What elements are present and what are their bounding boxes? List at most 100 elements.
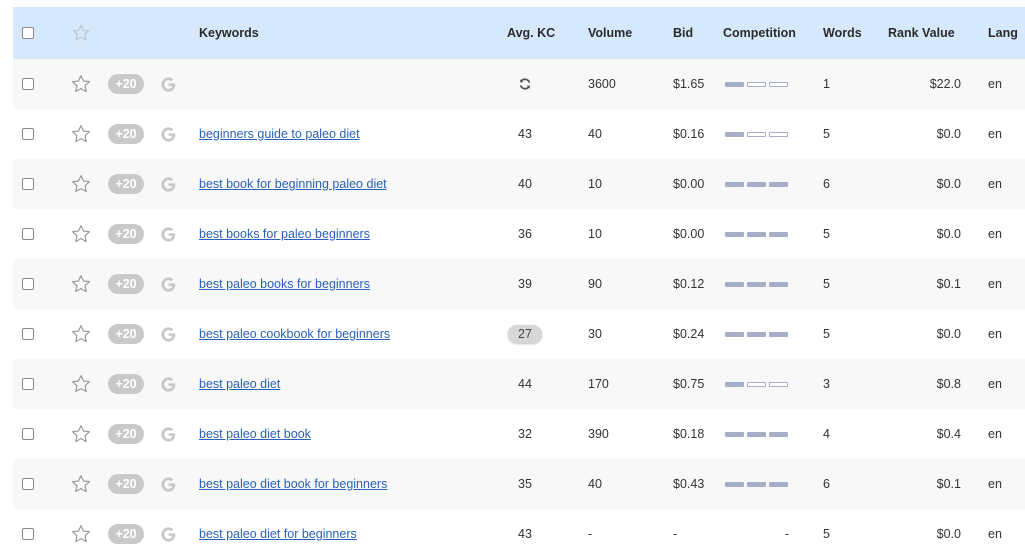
star-icon[interactable] bbox=[70, 423, 92, 445]
lang-value: en bbox=[988, 177, 1002, 191]
row-checkbox[interactable] bbox=[22, 378, 34, 390]
bid-value: $0.12 bbox=[673, 277, 705, 291]
header-lang[interactable]: Lang bbox=[988, 7, 1018, 59]
row-checkbox[interactable] bbox=[22, 128, 34, 140]
competition-bar bbox=[724, 231, 744, 237]
competition-meter bbox=[724, 131, 788, 137]
row-checkbox[interactable] bbox=[22, 478, 34, 490]
google-icon[interactable] bbox=[159, 225, 178, 244]
refresh-icon bbox=[519, 78, 531, 90]
star-icon[interactable] bbox=[70, 123, 92, 145]
competition-bar bbox=[768, 81, 788, 87]
competition-bar bbox=[724, 431, 744, 437]
favorite-cell bbox=[70, 409, 92, 459]
plus-20-button[interactable]: +20 bbox=[108, 274, 144, 294]
words-value: 4 bbox=[823, 427, 830, 441]
star-icon[interactable] bbox=[70, 373, 92, 395]
google-cell bbox=[159, 59, 178, 109]
rank-value: $0.0 bbox=[936, 177, 961, 191]
google-icon[interactable] bbox=[159, 425, 178, 444]
row-checkbox-cell bbox=[22, 359, 34, 409]
row-checkbox-cell bbox=[22, 309, 34, 359]
google-icon[interactable] bbox=[159, 375, 178, 394]
plus-20-button[interactable]: +20 bbox=[108, 474, 144, 494]
competition-bar bbox=[746, 331, 766, 337]
plus-20-button[interactable]: +20 bbox=[108, 374, 144, 394]
row-checkbox[interactable] bbox=[22, 78, 34, 90]
competition-meter bbox=[724, 231, 788, 237]
star-icon[interactable] bbox=[71, 23, 91, 43]
select-all-checkbox[interactable] bbox=[22, 27, 34, 39]
favorite-cell bbox=[70, 459, 92, 509]
keyword-link[interactable]: best books for paleo beginners bbox=[199, 227, 370, 241]
google-icon[interactable] bbox=[159, 525, 178, 544]
row-checkbox[interactable] bbox=[22, 528, 34, 540]
keyword-link[interactable]: best book for beginning paleo diet bbox=[199, 177, 387, 191]
google-icon[interactable] bbox=[159, 325, 178, 344]
competition-bar bbox=[768, 381, 788, 387]
header-competition[interactable]: Competition bbox=[723, 7, 796, 59]
competition-cell bbox=[723, 59, 789, 109]
competition-bar bbox=[724, 181, 744, 187]
google-cell bbox=[159, 459, 178, 509]
keyword-link[interactable]: best paleo diet book for beginners bbox=[199, 477, 387, 491]
avg-kc-value: 39 bbox=[518, 277, 532, 291]
row-checkbox[interactable] bbox=[22, 178, 34, 190]
plus-20-button[interactable]: +20 bbox=[108, 524, 144, 544]
plus-20-button[interactable]: +20 bbox=[108, 324, 144, 344]
header-keywords[interactable]: Keywords bbox=[199, 7, 259, 59]
keyword-link[interactable]: best paleo diet book bbox=[199, 427, 311, 441]
row-checkbox[interactable] bbox=[22, 228, 34, 240]
row-checkbox[interactable] bbox=[22, 328, 34, 340]
row-checkbox-cell bbox=[22, 259, 34, 309]
row-checkbox[interactable] bbox=[22, 278, 34, 290]
competition-meter bbox=[724, 181, 788, 187]
google-icon[interactable] bbox=[159, 175, 178, 194]
favorite-cell bbox=[70, 59, 92, 109]
competition-bar bbox=[768, 431, 788, 437]
competition-bar bbox=[724, 281, 744, 287]
keyword-cell: best books for paleo beginners bbox=[199, 209, 370, 259]
avg-kc-value[interactable]: 27 bbox=[508, 325, 542, 343]
header-avg-kc[interactable]: Avg. KC bbox=[507, 7, 555, 59]
header-volume[interactable]: Volume bbox=[588, 7, 632, 59]
avg-kc-cell bbox=[507, 59, 543, 109]
google-icon[interactable] bbox=[159, 75, 178, 94]
plus-20-button[interactable]: +20 bbox=[108, 174, 144, 194]
bid-value: $0.00 bbox=[673, 177, 705, 191]
star-icon[interactable] bbox=[70, 173, 92, 195]
avg-kc-value: 40 bbox=[518, 177, 532, 191]
star-icon[interactable] bbox=[70, 323, 92, 345]
plus-20-button[interactable]: +20 bbox=[108, 424, 144, 444]
google-icon[interactable] bbox=[159, 275, 178, 294]
star-icon[interactable] bbox=[70, 473, 92, 495]
plus-20-button[interactable]: +20 bbox=[108, 224, 144, 244]
star-icon[interactable] bbox=[70, 73, 92, 95]
header-bid[interactable]: Bid bbox=[673, 7, 693, 59]
plus-20-button[interactable]: +20 bbox=[108, 74, 144, 94]
keyword-link[interactable]: beginners guide to paleo diet bbox=[199, 127, 360, 141]
row-checkbox[interactable] bbox=[22, 428, 34, 440]
keyword-link[interactable]: best paleo diet for beginners bbox=[199, 527, 357, 541]
google-cell bbox=[159, 159, 178, 209]
avg-kc-value: 35 bbox=[518, 477, 532, 491]
star-icon[interactable] bbox=[70, 523, 92, 545]
lang-value: en bbox=[988, 127, 1002, 141]
header-rank-value[interactable]: Rank Value bbox=[888, 7, 955, 59]
words-value: 5 bbox=[823, 127, 830, 141]
star-icon[interactable] bbox=[70, 273, 92, 295]
favorite-cell bbox=[70, 259, 92, 309]
star-icon[interactable] bbox=[70, 223, 92, 245]
volume-value: 90 bbox=[588, 277, 602, 291]
keyword-link[interactable]: best paleo diet bbox=[199, 377, 280, 391]
header-words[interactable]: Words bbox=[823, 7, 862, 59]
table-row: +20 best paleo cookbook for beginners 27 30… bbox=[13, 309, 1025, 359]
keyword-cell: beginners guide to paleo diet bbox=[199, 109, 360, 159]
google-icon[interactable] bbox=[159, 125, 178, 144]
keyword-link[interactable]: best paleo books for beginners bbox=[199, 277, 370, 291]
keyword-link[interactable]: best paleo cookbook for beginners bbox=[199, 327, 390, 341]
competition-cell bbox=[723, 209, 789, 259]
lang-value: en bbox=[988, 77, 1002, 91]
plus-20-button[interactable]: +20 bbox=[108, 124, 144, 144]
google-icon[interactable] bbox=[159, 475, 178, 494]
